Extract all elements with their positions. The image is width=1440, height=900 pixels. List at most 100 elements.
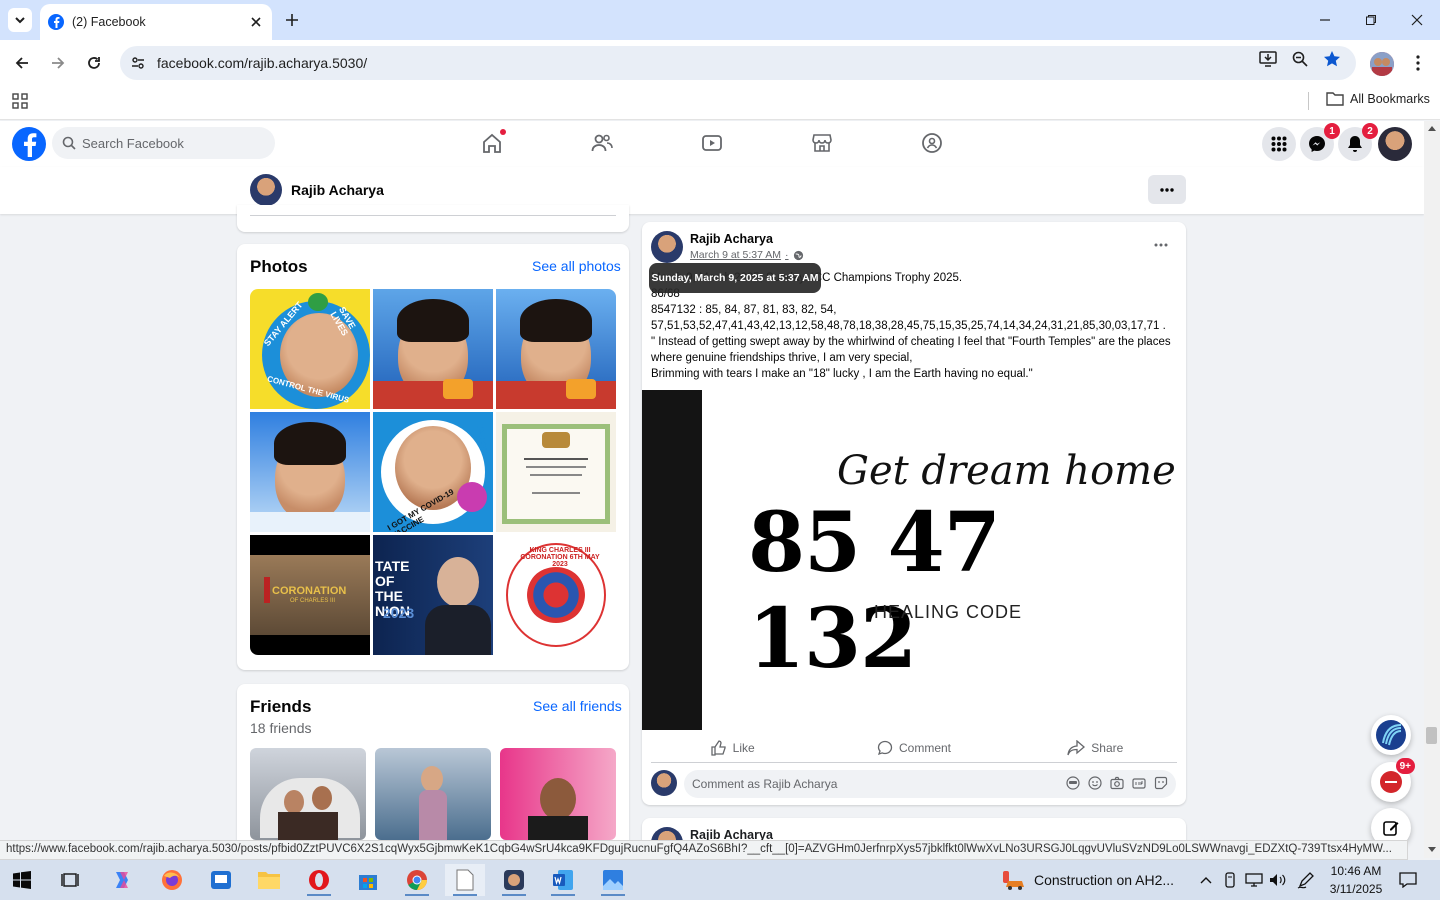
see-all-photos-link[interactable]: See all photos [532, 258, 621, 274]
profile-avatar[interactable] [250, 174, 282, 206]
task-view-button[interactable] [50, 864, 90, 896]
nav-marketplace[interactable] [810, 131, 834, 155]
browser-tab[interactable]: (2) Facebook [40, 4, 272, 40]
all-bookmarks-button[interactable]: All Bookmarks [1326, 92, 1430, 106]
taskbar-opera[interactable] [299, 864, 339, 896]
facebook-logo-icon[interactable] [12, 127, 46, 161]
nav-home[interactable] [480, 129, 506, 155]
menu-button[interactable] [1262, 127, 1296, 161]
gif-icon[interactable] [1132, 776, 1146, 790]
groups-icon [922, 133, 942, 153]
scroll-down-icon[interactable] [1428, 847, 1436, 853]
post-image[interactable]: Get dream home 85 47 132 HEALING CODE [642, 390, 1186, 730]
like-button[interactable]: Like [642, 734, 823, 762]
site-info-icon[interactable] [128, 53, 148, 73]
install-app-icon[interactable] [1257, 48, 1279, 70]
post-author-name[interactable]: Rajib Acharya [690, 232, 773, 246]
nav-video[interactable] [700, 131, 724, 155]
photo-thumbnail[interactable] [373, 289, 493, 409]
taskbar-notepad[interactable] [445, 864, 485, 896]
show-hidden-icons[interactable] [1196, 868, 1216, 892]
friend-thumbnail[interactable] [250, 748, 366, 840]
taskbar-firefox[interactable] [152, 864, 192, 896]
friend-thumbnail[interactable] [500, 748, 616, 840]
emoji-icon[interactable] [1088, 776, 1102, 790]
arrow-left-icon [15, 57, 28, 69]
taskbar-chrome[interactable] [397, 864, 437, 896]
store-icon [359, 875, 377, 890]
chat-head-icc[interactable] [1371, 715, 1411, 755]
comment-box[interactable] [684, 770, 1176, 798]
photo-thumbnail[interactable]: CORONATION OF CHARLES III [250, 535, 370, 655]
scroll-up-icon[interactable] [1428, 125, 1436, 131]
photo-thumbnail[interactable] [496, 289, 616, 409]
messenger-button[interactable]: 1 [1300, 123, 1340, 161]
taskbar-word[interactable] [543, 864, 583, 896]
taskbar-app-sky[interactable] [593, 864, 633, 896]
friend-thumbnail[interactable] [375, 748, 491, 840]
taskbar-store[interactable] [348, 864, 388, 896]
compose-icon [1383, 821, 1399, 836]
photo-thumbnail[interactable]: STAY ALERT SAVE LIVES CONTROL THE VIRUS [250, 289, 370, 409]
nav-groups[interactable] [920, 131, 944, 155]
chat-head-news[interactable]: 9+ [1371, 758, 1415, 802]
forward-button[interactable] [47, 52, 69, 74]
comment-button[interactable]: Comment [823, 734, 1004, 762]
notifications-button[interactable]: 2 [1338, 123, 1378, 161]
taskbar-copilot[interactable] [102, 864, 142, 896]
tray-volume[interactable] [1268, 868, 1288, 892]
post-options-button[interactable] [1150, 236, 1172, 254]
nav-friends[interactable] [590, 131, 614, 155]
tab-close-icon[interactable] [248, 14, 264, 30]
share-button[interactable]: Share [1005, 734, 1186, 762]
photo-thumbnail[interactable] [496, 412, 616, 532]
tray-pen[interactable] [1296, 868, 1316, 892]
profile-more-button[interactable] [1148, 175, 1186, 204]
restore-window-button[interactable] [1348, 0, 1394, 40]
account-avatar[interactable] [1378, 127, 1412, 161]
post-text-line: 8547132 : 85, 84, 87, 81, 83, 82, 54, [651, 304, 837, 316]
scrollbar-thumb[interactable] [1426, 727, 1437, 744]
facebook-search-input[interactable] [82, 135, 252, 151]
comment-input[interactable] [692, 777, 1052, 791]
zoom-icon[interactable] [1289, 48, 1311, 70]
facebook-search-box[interactable] [52, 127, 275, 159]
taskbar-app-blue[interactable] [201, 864, 241, 896]
photo-thumbnail[interactable] [250, 412, 370, 532]
address-bar[interactable]: facebook.com/rajib.acharya.5030/ [120, 46, 1356, 80]
bookmark-star-icon[interactable] [1321, 48, 1343, 70]
post-date[interactable]: March 9 at 5:37 AM · [690, 249, 804, 261]
sticker-icon[interactable] [1154, 776, 1168, 790]
close-window-button[interactable] [1394, 0, 1440, 40]
avatar-sticker-icon[interactable] [1066, 776, 1080, 790]
taskbar-file-explorer[interactable] [249, 864, 289, 896]
tab-search-button[interactable] [8, 8, 32, 32]
see-all-friends-link[interactable]: See all friends [533, 698, 622, 714]
camera-icon[interactable] [1110, 776, 1124, 790]
apps-grid-icon[interactable] [12, 93, 28, 109]
new-tab-button[interactable] [282, 10, 302, 30]
start-button[interactable] [2, 864, 42, 896]
photo-thumbnail[interactable]: TATE OF THE NION 2023 [373, 535, 493, 655]
photo-thumbnail[interactable]: KING CHARLES III CORONATION 6TH MAY 2023 [496, 535, 616, 655]
url-text[interactable]: facebook.com/rajib.acharya.5030/ [157, 55, 367, 71]
minimize-window-button[interactable] [1302, 0, 1348, 40]
browser-profile-avatar[interactable] [1370, 52, 1394, 76]
notification-center-button[interactable] [1398, 868, 1418, 892]
tray-device[interactable] [1220, 868, 1240, 892]
page-scrollbar[interactable] [1424, 121, 1440, 858]
profile-name[interactable]: Rajib Acharya [291, 182, 384, 198]
taskbar-clock[interactable]: 10:46 AM 3/11/2025 [1318, 862, 1394, 898]
reload-button[interactable] [83, 52, 105, 74]
taskbar-app-photo[interactable] [494, 864, 534, 896]
post-date-link[interactable]: March 9 at 5:37 AM [690, 249, 781, 261]
taskbar-news-widget[interactable]: Construction on AH2... [1000, 864, 1174, 896]
commenter-avatar[interactable] [651, 770, 677, 796]
post-author-avatar[interactable] [651, 231, 683, 263]
photo-thumbnail[interactable]: I GOT MY COVID-19 VACCINE UNICEF [373, 412, 493, 532]
browser-menu-icon[interactable] [1408, 52, 1428, 74]
tray-network[interactable] [1244, 868, 1264, 892]
facebook-header: 1 2 [0, 121, 1424, 167]
remote-desktop-icon [211, 871, 231, 889]
back-button[interactable] [11, 52, 33, 74]
